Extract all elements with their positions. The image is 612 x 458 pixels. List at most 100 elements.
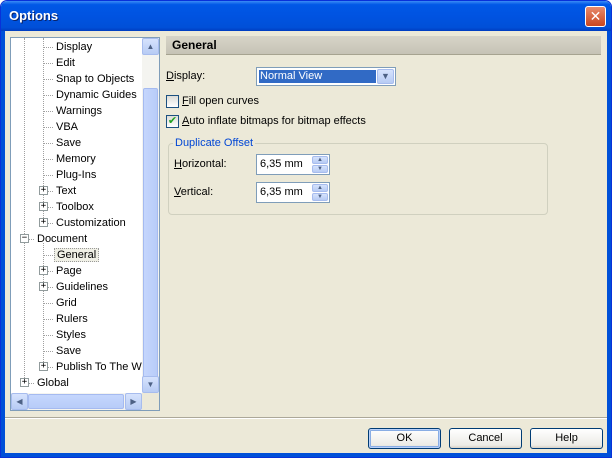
tree-item[interactable]: Text xyxy=(54,183,78,199)
tree-item[interactable]: Edit xyxy=(54,55,77,71)
scroll-down-arrow-icon[interactable]: ▼ xyxy=(142,376,159,393)
tree-item[interactable]: Plug-Ins xyxy=(54,167,98,183)
tree-item[interactable]: Grid xyxy=(54,295,79,311)
tree-item-label: Global xyxy=(37,377,69,389)
auto-inflate-text: uto inflate bitmaps for bitmap effects xyxy=(189,115,366,128)
horizontal-value[interactable]: 6,35 mm xyxy=(260,158,303,170)
expand-icon[interactable]: + xyxy=(20,378,29,387)
options-tree[interactable]: Display Edit Snap to Objects Dynamic Guides… xyxy=(10,37,160,411)
expand-icon[interactable]: + xyxy=(39,202,48,211)
vertical-label: Vertical: xyxy=(174,186,213,198)
tree-item-label: Toolbox xyxy=(56,201,94,213)
tree-guide-line xyxy=(43,79,53,80)
tree-guide-line xyxy=(43,175,53,176)
tree-item-label: Save xyxy=(56,137,82,149)
spin-up-icon[interactable]: ▲ xyxy=(312,184,328,192)
tree-item-label: Text xyxy=(56,185,77,197)
window-frame-left xyxy=(1,31,5,455)
scroll-left-arrow-icon[interactable]: ◀ xyxy=(11,393,28,410)
tree-guide-line xyxy=(43,351,53,352)
check-icon: ✔ xyxy=(167,114,178,127)
horizontal-scroll-thumb[interactable] xyxy=(28,394,124,409)
vertical-stepper[interactable]: 6,35 mm ▲ ▼ xyxy=(256,182,330,203)
display-select[interactable]: Normal View ▼ xyxy=(256,67,396,86)
tree-item[interactable]: Rulers xyxy=(54,311,90,327)
title-bar[interactable]: Options ✕ xyxy=(1,1,611,31)
tree-item[interactable]: Document xyxy=(35,231,89,247)
tree-items: Display Edit Snap to Objects Dynamic Guides… xyxy=(11,38,142,393)
tree-item[interactable]: Snap to Objects xyxy=(54,71,136,87)
spin-down-icon[interactable]: ▼ xyxy=(312,193,328,201)
tree-item-label: General xyxy=(54,248,100,262)
tree-item[interactable]: Warnings xyxy=(54,103,104,119)
close-icon[interactable]: ✕ xyxy=(585,6,606,27)
tree-guide-line xyxy=(43,38,44,224)
tree-item-label: Snap to Objects xyxy=(56,73,135,85)
tree-item[interactable]: Memory xyxy=(54,151,98,167)
horizontal-label: Horizontal: xyxy=(174,158,227,170)
vertical-accel: V xyxy=(174,186,181,198)
tree-guide-line xyxy=(43,111,53,112)
options-dialog: Options ✕ Display Edit Snap to Objects Dyna… xyxy=(0,0,612,458)
ok-button[interactable]: OK xyxy=(368,428,441,449)
tree-guide-line xyxy=(43,303,53,304)
scroll-right-arrow-icon[interactable]: ▶ xyxy=(125,393,142,410)
help-button[interactable]: Help xyxy=(530,428,603,449)
tree-item[interactable]: Guidelines xyxy=(54,279,110,295)
duplicate-offset-group xyxy=(168,143,548,215)
section-header: General xyxy=(166,36,601,55)
chevron-down-icon[interactable]: ▼ xyxy=(377,69,394,84)
horizontal-text: orizontal: xyxy=(181,158,227,170)
horizontal-spin-buttons: ▲ ▼ xyxy=(312,156,328,173)
vertical-scroll-thumb[interactable] xyxy=(143,88,158,378)
tree-item-label: Styles xyxy=(56,329,86,341)
tree-item-label: Document xyxy=(37,233,88,245)
expand-icon[interactable]: + xyxy=(39,218,48,227)
collapse-icon[interactable]: − xyxy=(20,234,29,243)
tree-guide-line xyxy=(43,47,53,48)
tree-horizontal-scrollbar[interactable]: ◀ ▶ xyxy=(11,393,142,410)
tree-item[interactable]: Styles xyxy=(54,327,88,343)
vertical-text: ertical: xyxy=(180,186,214,198)
tree-item-label: VBA xyxy=(56,121,79,133)
expand-icon[interactable]: + xyxy=(39,186,48,195)
scroll-up-arrow-icon[interactable]: ▲ xyxy=(142,38,159,55)
tree-guide-line xyxy=(43,243,44,368)
tree-item-label: Warnings xyxy=(56,105,103,117)
tree-item[interactable]: Save xyxy=(54,135,83,151)
expand-icon[interactable]: + xyxy=(39,362,48,371)
tree-item[interactable]: Page xyxy=(54,263,84,279)
tree-item[interactable]: Toolbox xyxy=(54,199,96,215)
tree-item-label: Memory xyxy=(56,153,96,165)
tree-item-label: Edit xyxy=(56,57,75,69)
tree-item-label: Page xyxy=(56,265,82,277)
tree-guide-line xyxy=(24,38,25,384)
tree-item[interactable]: Publish To The We xyxy=(54,359,142,375)
tree-item-label: Grid xyxy=(56,297,77,309)
horizontal-stepper[interactable]: 6,35 mm ▲ ▼ xyxy=(256,154,330,175)
display-select-value: Normal View xyxy=(259,70,376,83)
scrollbar-corner xyxy=(142,393,159,410)
window-frame-right xyxy=(607,31,611,455)
window-title: Options xyxy=(9,8,59,23)
vertical-value[interactable]: 6,35 mm xyxy=(260,186,303,198)
tree-vertical-scrollbar[interactable]: ▲ ▼ xyxy=(142,38,159,393)
fill-open-curves-row[interactable]: Fill open curves xyxy=(166,94,259,110)
tree-item[interactable]: Display xyxy=(54,39,94,55)
auto-inflate-row[interactable]: ✔ Auto inflate bitmaps for bitmap effects xyxy=(166,114,366,130)
expand-icon[interactable]: + xyxy=(39,266,48,275)
fill-open-curves-checkbox[interactable] xyxy=(166,94,179,108)
tree-item[interactable]: General xyxy=(54,247,100,263)
tree-item[interactable]: VBA xyxy=(54,119,80,135)
tree-item[interactable]: Dynamic Guides xyxy=(54,87,139,103)
spin-down-icon[interactable]: ▼ xyxy=(312,165,328,173)
tree-item[interactable]: Save xyxy=(54,343,83,359)
expand-icon[interactable]: + xyxy=(39,282,48,291)
auto-inflate-checkbox[interactable]: ✔ xyxy=(166,114,179,128)
display-label: Display: xyxy=(166,70,205,82)
tree-item[interactable]: Global xyxy=(35,375,71,391)
tree-guide-line xyxy=(43,159,53,160)
cancel-button[interactable]: Cancel xyxy=(449,428,522,449)
spin-up-icon[interactable]: ▲ xyxy=(312,156,328,164)
tree-item[interactable]: Customization xyxy=(54,215,128,231)
